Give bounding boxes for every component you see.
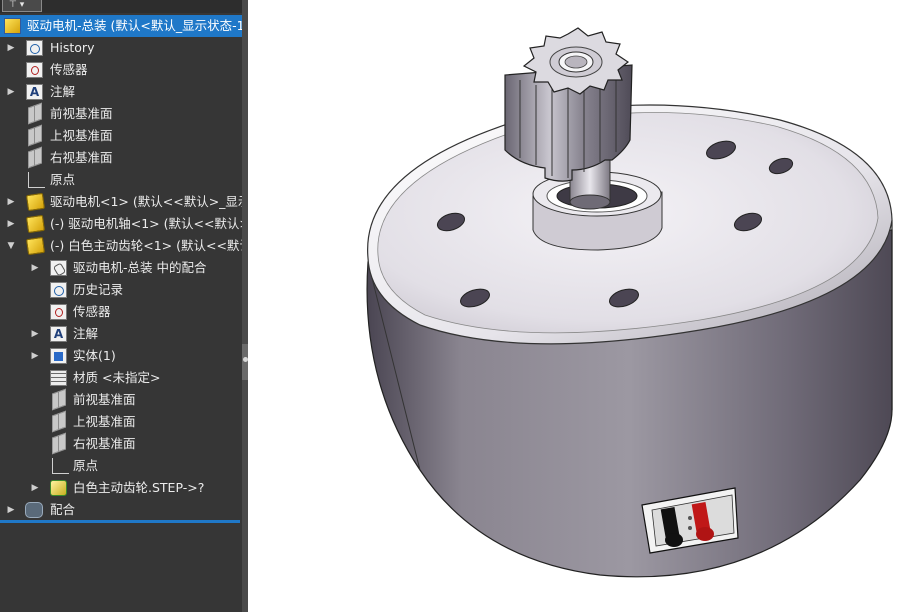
history-icon	[26, 40, 43, 56]
tree-item-solid-bodies[interactable]: ▶ 实体(1)	[0, 345, 242, 367]
rollback-bar[interactable]	[0, 520, 240, 523]
sensor-icon	[50, 304, 67, 320]
collapse-arrow-icon[interactable]: ▼	[6, 235, 16, 257]
filter-icon: ⊤	[9, 0, 17, 10]
tree-item-origin[interactable]: 原点	[0, 169, 242, 191]
expand-arrow-icon[interactable]: ▶	[30, 323, 40, 345]
expand-arrow-icon[interactable]: ▶	[30, 477, 40, 499]
filter-button[interactable]: ⊤ ▾	[2, 0, 42, 12]
part-icon	[25, 192, 46, 212]
tree-item-white-gear[interactable]: ▼ (-) 白色主动齿轮<1> (默认<<默认	[0, 235, 242, 257]
annotation-icon: A	[50, 326, 67, 342]
tree-item-mates[interactable]: ▶ 配合	[0, 499, 242, 521]
origin-icon	[28, 172, 45, 188]
plane-icon	[28, 124, 42, 147]
tree-item-label: 配合	[50, 502, 76, 517]
tree-item-label: History	[50, 40, 95, 55]
expand-arrow-icon[interactable]: ▶	[30, 257, 40, 279]
filter-dropdown-arrow: ▾	[19, 0, 25, 10]
tree-item-gear-step[interactable]: ▶ 白色主动齿轮.STEP->?	[0, 477, 242, 499]
tree-item-label: 驱动电机-总装 中的配合	[73, 260, 207, 275]
tree-item-label: 前视基准面	[50, 106, 113, 121]
annotation-icon: A	[26, 84, 43, 100]
history-icon	[50, 282, 67, 298]
expand-arrow-icon[interactable]: ▶	[6, 499, 16, 521]
expand-arrow-icon[interactable]: ▶	[6, 213, 16, 235]
tree-item-label: 前视基准面	[73, 392, 136, 407]
graphics-viewport[interactable]	[248, 0, 914, 612]
tree-item-history-cn[interactable]: 历史记录	[0, 279, 242, 301]
tree-item-material[interactable]: 材质 <未指定>	[0, 367, 242, 389]
origin-icon	[52, 458, 69, 474]
material-icon	[50, 370, 67, 386]
mates-folder-icon	[50, 260, 67, 276]
tree-item-sensors-child[interactable]: 传感器	[0, 301, 242, 323]
plane-icon	[52, 388, 66, 411]
plane-icon	[52, 432, 66, 455]
tree-item-label: (-) 驱动电机轴<1> (默认<<默认>_	[50, 216, 242, 231]
mates-icon	[25, 502, 43, 518]
tree-item-label: 注解	[73, 326, 99, 341]
solid-body-icon	[50, 348, 67, 364]
tree-item-label: (-) 白色主动齿轮<1> (默认<<默认	[50, 238, 242, 253]
expand-arrow-icon[interactable]: ▶	[30, 345, 40, 367]
tree-item-origin-child[interactable]: 原点	[0, 455, 242, 477]
filter-bar: ⊤ ▾	[0, 0, 242, 13]
tree-item-assembly-mates[interactable]: ▶ 驱动电机-总装 中的配合	[0, 257, 242, 279]
assembly-icon	[4, 18, 21, 34]
tree-item-label: 材质 <未指定>	[73, 370, 161, 385]
tree-item-front-plane[interactable]: 前视基准面	[0, 102, 242, 125]
expand-arrow-icon[interactable]: ▶	[6, 191, 16, 213]
tree-item-label: 右视基准面	[50, 150, 113, 165]
plane-icon	[52, 410, 66, 433]
tree-item-label: 实体(1)	[73, 348, 116, 363]
tree-item-motor-shaft[interactable]: ▶ (-) 驱动电机轴<1> (默认<<默认>_	[0, 213, 242, 235]
tree-item-label: 原点	[50, 172, 76, 187]
tree-item-front-plane-child[interactable]: 前视基准面	[0, 388, 242, 411]
tree-root-label: 驱动电机-总装 (默认<默认_显示状态-1	[27, 18, 242, 33]
tree-item-annotations-child[interactable]: ▶ A 注解	[0, 323, 242, 345]
part-icon	[25, 236, 46, 256]
feature-manager-tree: ⊤ ▾ 驱动电机-总装 (默认<默认_显示状态-1 ▶ History 传感器 …	[0, 0, 242, 612]
tree-item-label: 上视基准面	[50, 128, 113, 143]
imported-part-icon	[50, 480, 67, 496]
tree-item-sensors[interactable]: 传感器	[0, 59, 242, 81]
tree-item-label: 驱动电机<1> (默认<<默认>_显示状	[50, 194, 242, 209]
expand-arrow-icon[interactable]: ▶	[6, 37, 16, 59]
tree-item-label: 白色主动齿轮.STEP->?	[73, 480, 205, 495]
tree-item-label: 传感器	[73, 304, 111, 319]
tree-item-label: 传感器	[50, 62, 88, 77]
plane-icon	[28, 146, 42, 169]
tree-item-label: 历史记录	[73, 282, 124, 297]
tree-item-right-plane[interactable]: 右视基准面	[0, 146, 242, 169]
motor-with-gear-model[interactable]	[248, 0, 914, 612]
tree-item-top-plane-child[interactable]: 上视基准面	[0, 410, 242, 433]
tree-root-assembly[interactable]: 驱动电机-总装 (默认<默认_显示状态-1	[0, 15, 242, 37]
tree-item-label: 原点	[73, 458, 99, 473]
tree-item-label: 注解	[50, 84, 76, 99]
tree-item-motor-part[interactable]: ▶ 驱动电机<1> (默认<<默认>_显示状	[0, 191, 242, 213]
tree-item-label: 上视基准面	[73, 414, 136, 429]
expand-arrow-icon[interactable]: ▶	[6, 81, 16, 103]
tree-item-label: 右视基准面	[73, 436, 136, 451]
tree-item-annotations[interactable]: ▶ A 注解	[0, 81, 242, 103]
tree-item-right-plane-child[interactable]: 右视基准面	[0, 432, 242, 455]
plane-icon	[28, 102, 42, 125]
tree-item-history[interactable]: ▶ History	[0, 37, 242, 59]
sensor-icon	[26, 62, 43, 78]
tree-item-top-plane[interactable]: 上视基准面	[0, 124, 242, 147]
part-icon	[25, 214, 46, 234]
